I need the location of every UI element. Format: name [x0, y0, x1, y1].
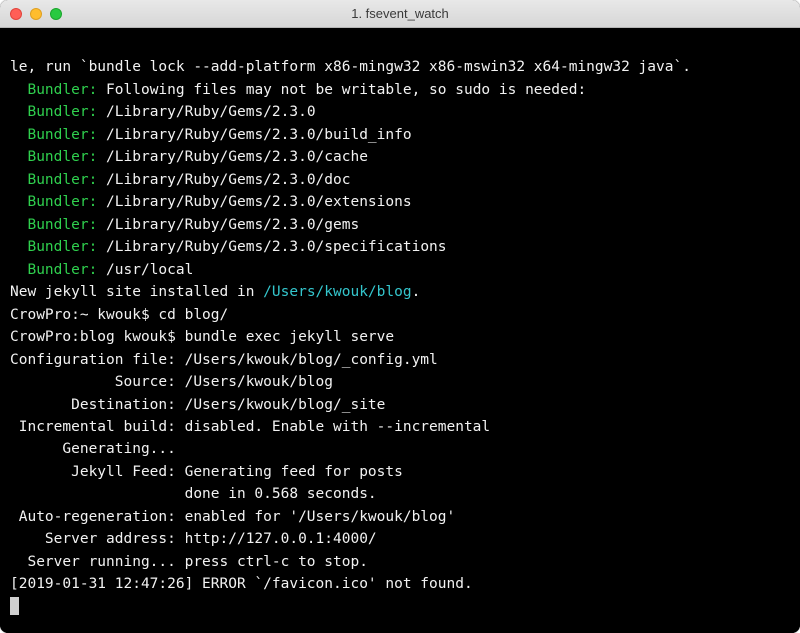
zoom-icon[interactable]	[50, 8, 62, 20]
terminal-body[interactable]: le, run `bundle lock --add-platform x86-…	[0, 28, 800, 633]
bundler-label: Bundler:	[27, 217, 97, 233]
window-title: 1. fsevent_watch	[0, 6, 800, 21]
cursor-line	[10, 599, 19, 615]
titlebar[interactable]: 1. fsevent_watch	[0, 0, 800, 28]
output-line: Bundler: /Library/Ruby/Gems/2.3.0	[10, 104, 316, 120]
bundler-label: Bundler:	[27, 262, 97, 278]
output-line: Bundler: /Library/Ruby/Gems/2.3.0/cache	[10, 149, 368, 165]
output-line: Destination: /Users/kwouk/blog/_site	[10, 397, 385, 413]
bundler-label: Bundler:	[27, 82, 97, 98]
output-line: Generating...	[10, 441, 176, 457]
output-line: [2019-01-31 12:47:26] ERROR `/favicon.ic…	[10, 576, 473, 592]
output-line: New jekyll site installed in /Users/kwou…	[10, 284, 420, 300]
bundler-label: Bundler:	[27, 239, 97, 255]
bundler-label: Bundler:	[27, 194, 97, 210]
output-line: Bundler: /Library/Ruby/Gems/2.3.0/doc	[10, 172, 350, 188]
output-line: Bundler: Following files may not be writ…	[10, 82, 586, 98]
prompt-line: CrowPro:blog kwouk$ bundle exec jekyll s…	[10, 329, 394, 345]
close-icon[interactable]	[10, 8, 22, 20]
output-line: Bundler: /Library/Ruby/Gems/2.3.0/gems	[10, 217, 359, 233]
bundler-label: Bundler:	[27, 127, 97, 143]
bundler-label: Bundler:	[27, 172, 97, 188]
output-line: Jekyll Feed: Generating feed for posts	[10, 464, 403, 480]
output-line: Server address: http://127.0.0.1:4000/	[10, 531, 377, 547]
traffic-lights	[0, 8, 62, 20]
output-line: Incremental build: disabled. Enable with…	[10, 419, 490, 435]
minimize-icon[interactable]	[30, 8, 42, 20]
output-line: Bundler: /usr/local	[10, 262, 193, 278]
path-link: /Users/kwouk/blog	[263, 284, 411, 300]
output-line: Configuration file: /Users/kwouk/blog/_c…	[10, 352, 438, 368]
output-line: Auto-regeneration: enabled for '/Users/k…	[10, 509, 455, 525]
output-line: Bundler: /Library/Ruby/Gems/2.3.0/build_…	[10, 127, 412, 143]
output-line: Bundler: /Library/Ruby/Gems/2.3.0/extens…	[10, 194, 412, 210]
bundler-label: Bundler:	[27, 149, 97, 165]
cursor-icon	[10, 597, 19, 615]
output-line: Source: /Users/kwouk/blog	[10, 374, 333, 390]
bundler-label: Bundler:	[27, 104, 97, 120]
output-line: le, run `bundle lock --add-platform x86-…	[10, 59, 691, 75]
terminal-window: 1. fsevent_watch le, run `bundle lock --…	[0, 0, 800, 633]
output-line: Bundler: /Library/Ruby/Gems/2.3.0/specif…	[10, 239, 447, 255]
prompt-line: CrowPro:~ kwouk$ cd blog/	[10, 307, 228, 323]
output-line: done in 0.568 seconds.	[10, 486, 377, 502]
output-line: Server running... press ctrl-c to stop.	[10, 554, 368, 570]
